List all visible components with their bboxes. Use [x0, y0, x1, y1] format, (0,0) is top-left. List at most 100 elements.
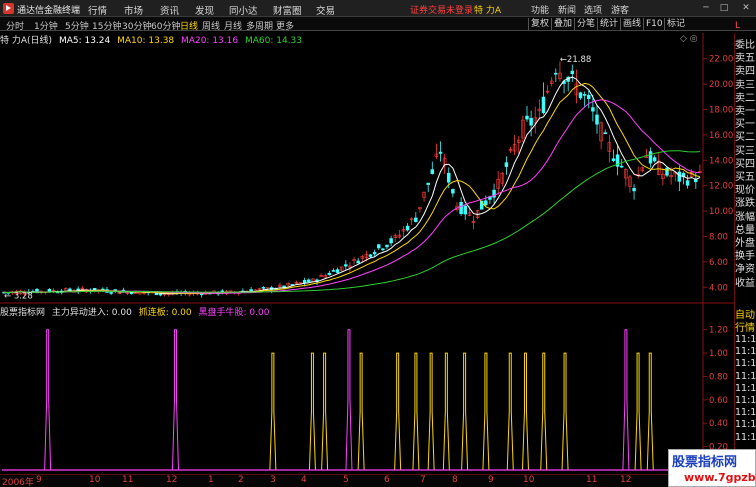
- indicator-item-2: 抓连板: 0.00: [138, 308, 192, 318]
- candle-body: [595, 114, 599, 125]
- x-axis-label: 9: [488, 475, 494, 485]
- candle-body: [335, 269, 340, 273]
- tick-time: 11:1: [735, 431, 756, 443]
- signal-spike: [171, 329, 179, 471]
- candle-body: [504, 162, 509, 167]
- signal-spike: [634, 352, 642, 471]
- sub-y-tick-label: 1.00: [709, 349, 728, 359]
- x-axis-label: 3: [270, 475, 276, 485]
- quote-bottom-label[interactable]: 行情: [735, 319, 756, 334]
- y-tick-label: 18.00: [709, 106, 733, 116]
- candle-body: [463, 205, 467, 215]
- signal-spike: [561, 352, 569, 471]
- candle-body: [261, 287, 266, 289]
- candle-body: [368, 254, 373, 257]
- candle-body: [665, 167, 669, 176]
- candle-body: [484, 200, 488, 206]
- signal-spike: [482, 352, 490, 471]
- signal-spike: [442, 352, 450, 471]
- candle-body: [611, 158, 616, 161]
- candle-body: [405, 225, 410, 231]
- y-tick-label: 8.00: [709, 233, 728, 243]
- ma60-line: [4, 150, 700, 294]
- signal-spike: [269, 352, 277, 471]
- candle-body: [603, 132, 607, 134]
- sub-chart-legend: 股票指标网 主力异动进入: 0.00 抓连板: 0.00 黑盘手牛股: 0.00: [0, 305, 273, 318]
- chart-option-icons[interactable]: ◇ ◎: [680, 34, 698, 44]
- candle-body: [389, 238, 393, 244]
- x-axis-label: 12: [620, 475, 632, 485]
- candle-body: [356, 260, 360, 264]
- candle-body: [331, 270, 336, 272]
- signal-spike: [394, 352, 402, 471]
- y-tick-label: 20.00: [709, 80, 733, 90]
- candle-body: [307, 279, 311, 283]
- candle-body: [158, 293, 163, 296]
- candle-body: [447, 172, 451, 183]
- high-price-label: ←21.88: [560, 55, 591, 65]
- signal-spike: [461, 352, 469, 471]
- legend-ma10: MA10: 13.38: [117, 36, 175, 46]
- legend-ma60: MA60: 14.33: [244, 36, 303, 46]
- x-axis-label: 2006年: [2, 478, 34, 487]
- signal-spike: [412, 352, 420, 471]
- low-price-label: ← 3.28: [4, 291, 33, 301]
- candle-body: [381, 248, 385, 251]
- x-axis-label: 8: [452, 475, 458, 485]
- y-tick-label: 14.00: [709, 156, 733, 166]
- tick-time: 11:1: [735, 334, 756, 345]
- sub-y-tick-label: 1.20: [709, 326, 728, 336]
- candle-body: [591, 107, 595, 112]
- tick-time: 11:1: [735, 346, 756, 358]
- kline-chart-canvas[interactable]: ←21.88 ← 3.28 22.00 20.00 18.00 16.00 14.00 12…: [0, 0, 756, 487]
- main-chart-legend: 特 力A(日线) MA5: 13.24 MA10: 13.38 MA20: 13…: [0, 33, 306, 46]
- candle-body: [570, 70, 575, 75]
- tick-time: 11:1: [735, 407, 756, 419]
- signal-spike: [540, 352, 548, 471]
- candle-body: [554, 72, 558, 75]
- watermark-url: www.7gpzb.com: [684, 471, 756, 484]
- x-axis-label: 4: [301, 475, 307, 485]
- indicator-name[interactable]: 股票指标网: [0, 308, 45, 318]
- y-tick-label: 10.00: [709, 207, 733, 217]
- signal-spike: [622, 329, 630, 471]
- x-axis-label: 2: [238, 475, 244, 485]
- candle-body: [414, 217, 418, 223]
- candle-body: [109, 292, 113, 294]
- candle-body: [525, 115, 529, 120]
- candle-body: [385, 244, 389, 248]
- candle-body: [459, 202, 463, 215]
- candle-body: [377, 244, 381, 249]
- y-tick-label: 22.00: [709, 55, 733, 65]
- panel-corner-label: L: [735, 21, 741, 31]
- candle-body: [327, 272, 332, 276]
- candle-body: [426, 182, 430, 185]
- candle-body: [632, 187, 636, 192]
- x-axis-label: 9: [36, 475, 42, 485]
- candle-body: [529, 117, 533, 126]
- signal-spike: [44, 329, 52, 471]
- chart-period: (日线): [27, 36, 53, 46]
- quote-label: 收益: [735, 277, 755, 289]
- y-tick-label: 16.00: [709, 131, 733, 141]
- candle-body: [578, 92, 583, 99]
- candle-body: [677, 171, 682, 182]
- candle-body: [587, 94, 591, 99]
- x-axis-label: 7: [420, 475, 426, 485]
- candle-body: [652, 157, 657, 162]
- candle-body: [451, 189, 455, 194]
- signal-spike: [357, 352, 365, 471]
- candle-body: [129, 292, 134, 295]
- indicator-item-1: 主力异动进入: 0.00: [51, 308, 132, 318]
- y-tick-label: 4.00: [709, 283, 728, 293]
- y-tick-label: 6.00: [709, 258, 728, 268]
- x-axis-label: 11: [586, 475, 598, 485]
- ma5-line: [4, 76, 701, 295]
- x-axis-label: 12: [166, 475, 178, 485]
- candle-body: [619, 165, 624, 168]
- sub-y-tick-label: 0.60: [709, 396, 728, 406]
- candle-body: [68, 288, 72, 291]
- candle-body: [344, 264, 348, 267]
- y-tick-label: 12.00: [709, 182, 733, 192]
- x-axis-label: 5: [343, 475, 349, 485]
